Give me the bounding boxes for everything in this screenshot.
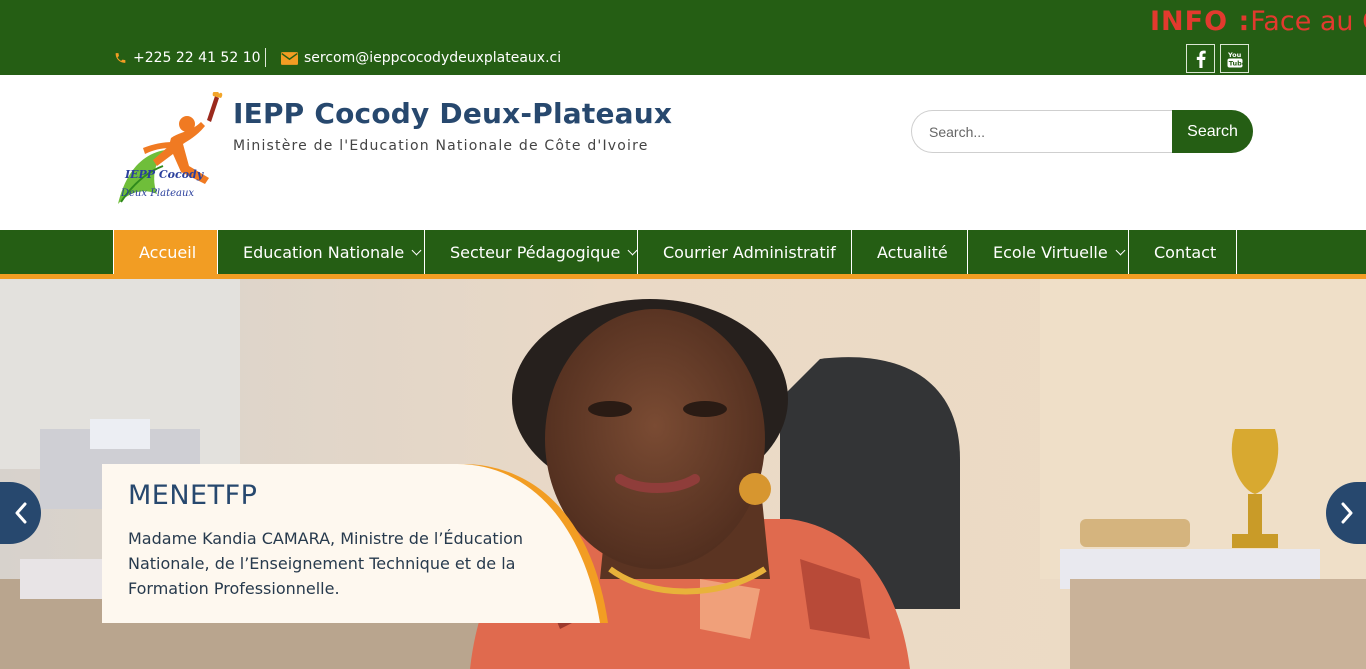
nav-item-contact[interactable]: Contact [1129, 230, 1237, 274]
nav-item-education-nationale[interactable]: Education Nationale [218, 230, 425, 274]
facebook-icon [1196, 50, 1206, 68]
nav-item-label: Ecole Virtuelle [993, 242, 1108, 262]
phone-contact[interactable]: +225 22 41 52 10 [114, 48, 261, 68]
envelope-icon [281, 51, 298, 65]
search-button[interactable]: Search [1172, 110, 1253, 153]
chevron-down-icon [411, 245, 422, 256]
nav-item-label: Courrier Administratif [663, 242, 836, 262]
slide-description: Madame Kandia CAMARA, Ministre de l’Éduc… [128, 529, 524, 598]
svg-text:Tube: Tube [1228, 59, 1242, 67]
nav-item-ecole-virtuelle[interactable]: Ecole Virtuelle [968, 230, 1129, 274]
search-form: Search [911, 110, 1253, 153]
site-tagline: Ministère de l'Education Nationale de Cô… [233, 138, 649, 154]
nav-item-label: Actualité [877, 242, 948, 262]
news-ticker[interactable]: INFO :Face au C [1150, 6, 1366, 37]
nav-item-label: Contact [1154, 242, 1217, 262]
nav-item-label: Secteur Pédagogique [450, 242, 621, 262]
nav-item-accueil[interactable]: Accueil [114, 230, 218, 274]
logo-text-line1: IEPP Cocody [124, 168, 205, 181]
site-title[interactable]: IEPP Cocody Deux-Plateaux [233, 97, 672, 130]
chevron-down-icon [1115, 245, 1126, 256]
chevron-right-icon [1341, 502, 1352, 524]
facebook-link[interactable] [1186, 44, 1215, 73]
ticker-tag: INFO : [1150, 6, 1251, 37]
slide-caption: MENETFP Madame Kandia CAMARA, Ministre d… [102, 464, 608, 623]
chevron-down-icon [627, 245, 638, 256]
ticker-text: Face au C [1250, 6, 1366, 37]
svg-text:You: You [1227, 51, 1242, 59]
top-bar: INFO :Face au C +225 22 41 52 10 sercom@… [0, 0, 1366, 75]
nav-item-label: Accueil [139, 242, 197, 262]
nav-item-courrier-administratif[interactable]: Courrier Administratif [638, 230, 852, 274]
nav-item-label: Education Nationale [243, 242, 405, 262]
nav-item-actualite[interactable]: Actualité [852, 230, 968, 274]
youtube-link[interactable]: You Tube [1220, 44, 1249, 73]
email-address: sercom@ieppcocodydeuxplateaux.ci [304, 50, 562, 66]
contact-divider [265, 48, 266, 67]
phone-number: +225 22 41 52 10 [133, 50, 261, 66]
main-navigation: Accueil Education Nationale Secteur Péda… [0, 230, 1366, 274]
phone-icon [115, 53, 126, 63]
email-contact[interactable]: sercom@ieppcocodydeuxplateaux.ci [281, 48, 561, 68]
site-logo[interactable]: IEPP Cocody Deux Plateaux [113, 91, 225, 208]
nav-item-secteur-pedagogique[interactable]: Secteur Pédagogique [425, 230, 638, 274]
search-input[interactable] [911, 110, 1181, 153]
youtube-icon: You Tube [1227, 51, 1243, 68]
logo-text-line2: Deux Plateaux [120, 188, 194, 199]
nav-menu: Accueil Education Nationale Secteur Péda… [113, 230, 1237, 274]
hero-slider: MENETFP Madame Kandia CAMARA, Ministre d… [0, 279, 1366, 669]
chevron-left-icon [15, 502, 26, 524]
torch-runner-logo: IEPP Cocody Deux Plateaux [118, 91, 223, 204]
slide-title: MENETFP [128, 480, 258, 511]
